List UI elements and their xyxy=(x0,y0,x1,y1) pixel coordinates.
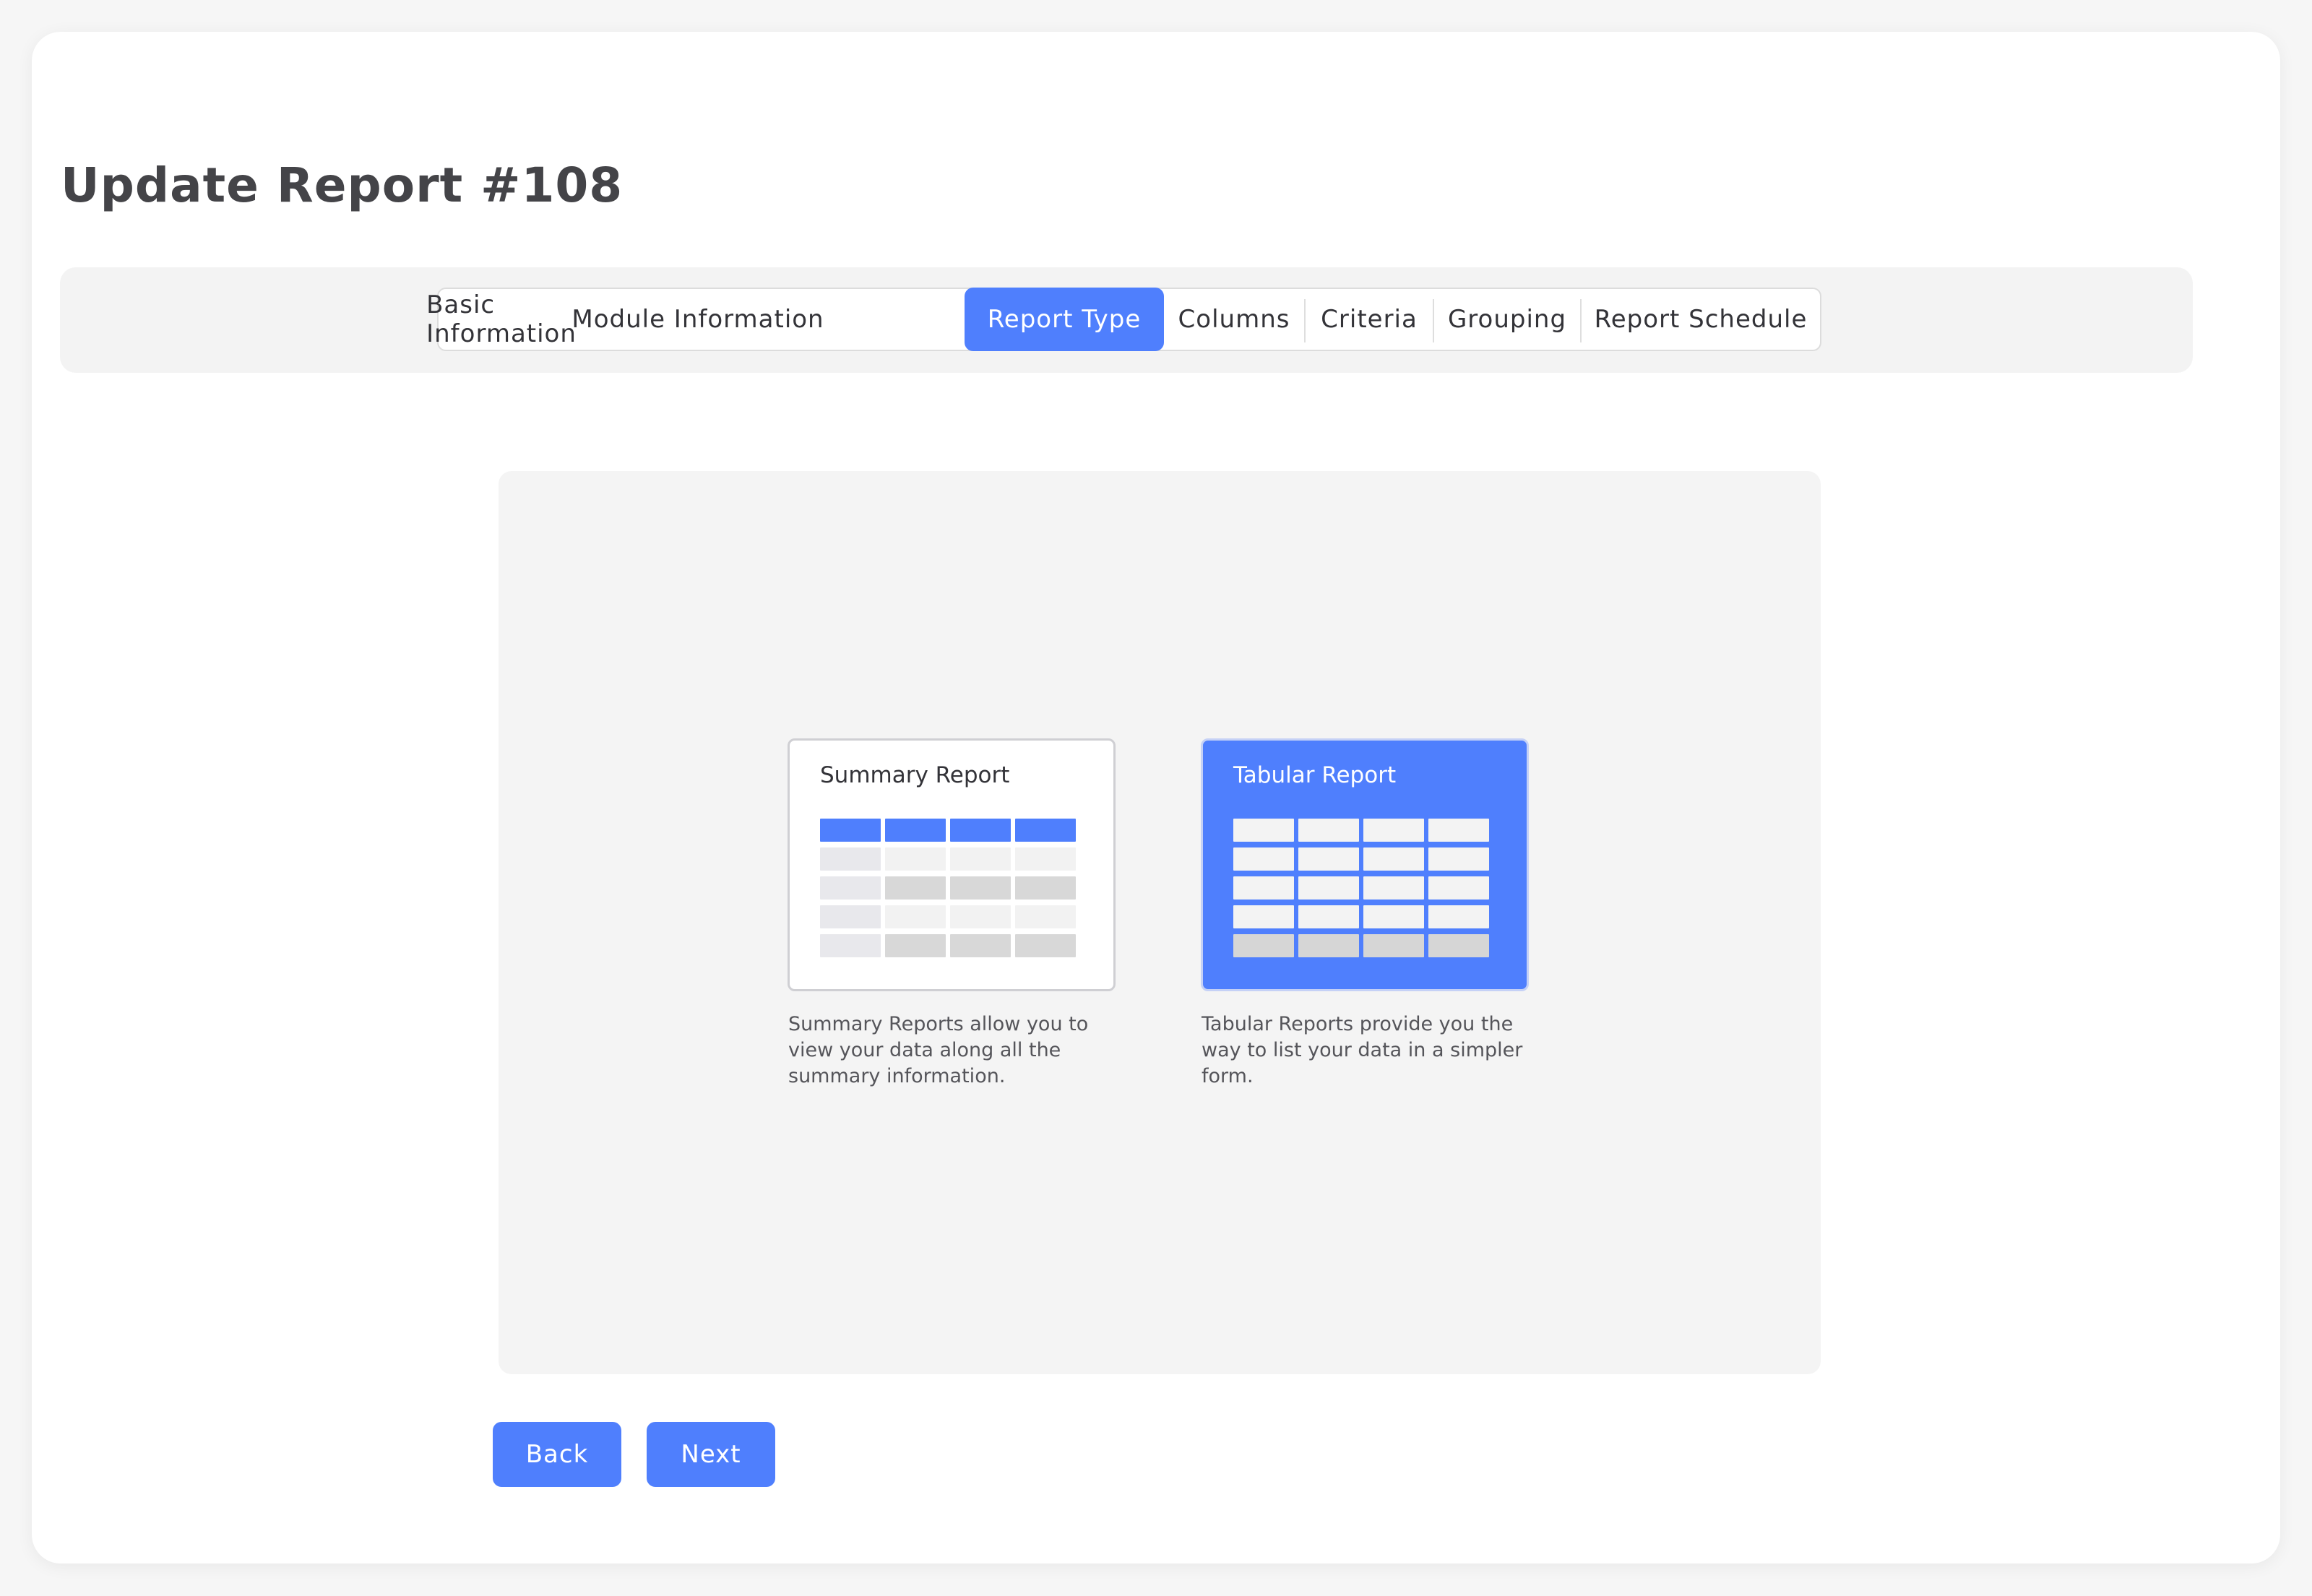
tab-columns[interactable]: Columns xyxy=(1164,288,1304,351)
tabular-report-card[interactable]: Tabular Report xyxy=(1201,738,1529,991)
tab-criteria[interactable]: Criteria xyxy=(1306,288,1433,351)
page-title: Update Report #108 xyxy=(61,158,624,213)
wizard-tabs-bar: Basic Information Module Information Rep… xyxy=(60,267,2193,373)
tab-report-type[interactable]: Report Type xyxy=(965,288,1164,351)
tab-module-information[interactable]: Module Information xyxy=(564,288,832,351)
next-button[interactable]: Next xyxy=(647,1422,775,1487)
back-button[interactable]: Back xyxy=(493,1422,621,1487)
wizard-tabs: Basic Information Module Information Rep… xyxy=(426,288,1821,351)
tabular-report-description: Tabular Reports provide you the way to l… xyxy=(1202,1013,1523,1087)
tab-basic-information[interactable]: Basic Information xyxy=(426,288,576,351)
tabular-report-title: Tabular Report xyxy=(1233,762,1397,788)
tab-report-schedule[interactable]: Report Schedule xyxy=(1582,288,1820,351)
summary-report-description: Summary Reports allow you to view your d… xyxy=(788,1013,1089,1087)
summary-table-icon xyxy=(820,819,1076,957)
tabular-table-icon xyxy=(1233,819,1489,957)
report-type-panel xyxy=(499,471,1821,1374)
summary-report-title: Summary Report xyxy=(820,762,1010,788)
summary-report-card[interactable]: Summary Report xyxy=(788,738,1116,991)
tab-grouping[interactable]: Grouping xyxy=(1434,288,1580,351)
